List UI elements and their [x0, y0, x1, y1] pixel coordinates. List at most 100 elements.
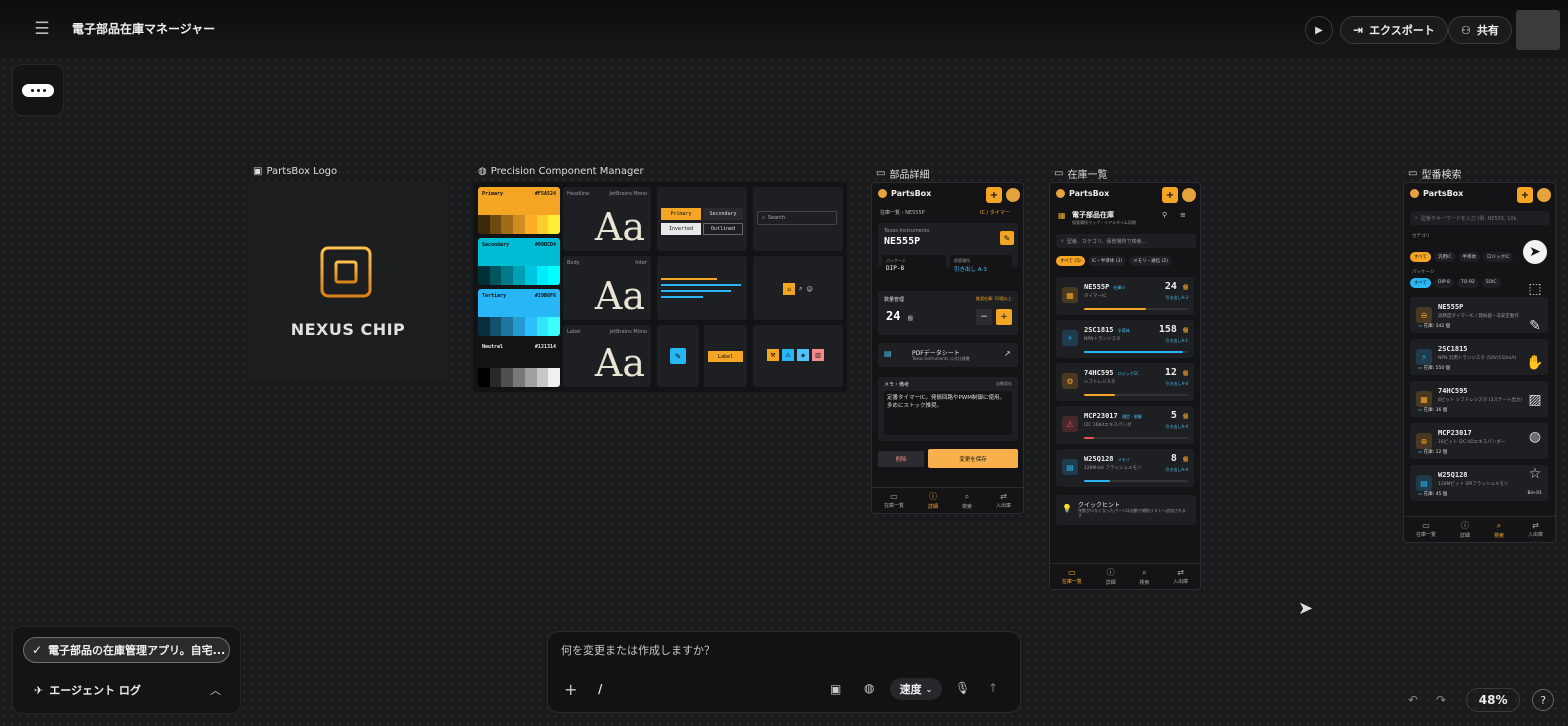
design-system-frame[interactable]: Primary #F5A524 Secondary #00BCD4 Tertiary #2… [473, 182, 847, 392]
more-options-button[interactable] [12, 64, 64, 116]
slash-command-button[interactable]: / [598, 682, 602, 696]
undo-icon[interactable]: ↶ [1408, 693, 1418, 707]
agent-status-pill[interactable]: ✓ 電子部品の在庫管理アプリ。自宅... [23, 637, 230, 663]
zoom-level[interactable]: 48% [1466, 688, 1521, 712]
search-input[interactable]: ⌕ 型番、カテゴリ、保管場所で検索... [1056, 234, 1196, 248]
nav-io[interactable]: ⇄ 入出庫 [1173, 568, 1188, 585]
nav-inventory[interactable]: ▭ 在庫一覧 [1062, 568, 1082, 585]
nav-search[interactable]: ⌕ 検索 [962, 492, 972, 510]
profile-avatar[interactable] [1182, 188, 1196, 202]
secondary-button-sample[interactable]: Secondary [703, 208, 743, 220]
inventory-row[interactable]: ⚠ MCP23017 通信・制御 I2C 16bitエキスパンダ 5 個引き出しA-4 [1056, 406, 1194, 444]
outlined-button-sample[interactable]: Outlined [703, 223, 743, 235]
filter-chip[interactable]: すべて (5) [1056, 256, 1085, 266]
search-sample-card: ⌕ Search [753, 187, 843, 251]
color-swatch-tertiary: Tertiary #29B6F6 [478, 289, 560, 336]
send-arrow-icon[interactable]: ↑ [988, 681, 998, 695]
hand-tool-icon[interactable]: ✋ [1523, 351, 1547, 375]
datasheet-link[interactable]: ▤ PDFデータシート Texas Instruments 公式仕様書 ↗ [878, 343, 1018, 367]
info-icon: ⓘ [1106, 568, 1115, 577]
screen-icon[interactable]: ▣ [830, 682, 841, 696]
category-chip[interactable]: ロジックIC [1483, 252, 1514, 262]
microphone-icon[interactable]: 🎙 [955, 681, 970, 695]
detail-frame[interactable]: PartsBox + 在庫一覧 › NE555P IC / タイマー Texas… [871, 182, 1024, 514]
breadcrumb[interactable]: 在庫一覧 › NE555P [880, 209, 925, 216]
pen-tool-icon[interactable]: ✎ [1523, 314, 1547, 338]
nav-detail[interactable]: ⓘ 詳細 [1460, 520, 1470, 539]
zoom-controls: ↶ ↷ 48% ? [1408, 686, 1556, 714]
speed-select[interactable]: 速度 ⌄ [890, 678, 942, 700]
search-input-sample[interactable]: ⌕ Search [757, 211, 837, 225]
package-chip[interactable]: TO-92 [1456, 278, 1479, 288]
frame-label-search[interactable]: ▭ 型番検索 [1408, 166, 1461, 181]
home-icon: ⌂ [783, 283, 796, 295]
inventory-row[interactable]: ▤ W25Q128 メモリ 128M-bit フラッシュメモリ 8 個引き出しA-4 [1056, 449, 1194, 487]
delete-button[interactable]: 削除 [878, 451, 924, 467]
logo-frame[interactable]: NEXUS CHIP [248, 182, 448, 382]
hamburger-menu-button[interactable]: ☰ [22, 16, 62, 42]
add-part-button[interactable]: + [986, 187, 1002, 203]
search-icon: ⌕ [1415, 215, 1418, 221]
primary-button-sample[interactable]: Primary [661, 208, 701, 220]
add-attachment-button[interactable]: + [564, 680, 577, 699]
filter-chip[interactable]: IC・半導体 (3) [1087, 256, 1127, 266]
package-chip[interactable]: すべて [1410, 278, 1432, 288]
nav-search[interactable]: ⌕ 検索 [1494, 521, 1504, 539]
nav-io[interactable]: ⇄ 入出庫 [1528, 521, 1543, 538]
nav-inventory[interactable]: ▭ 在庫一覧 [884, 492, 904, 509]
frame-label-design-system[interactable]: ◍ Precision Component Manager [478, 166, 644, 177]
swap-icon: ⇄ [1532, 521, 1539, 530]
filter-icon[interactable]: ⚲ [1162, 211, 1167, 219]
category-chip[interactable]: すべて [1410, 252, 1432, 262]
inventory-row[interactable]: ▦ NE555P 在庫少 タイマーIC 24 個引き出しA-3 [1056, 277, 1194, 315]
profile-avatar[interactable] [1006, 188, 1020, 202]
button-samples-card: Primary Secondary Inverted Outlined [657, 187, 747, 251]
decrement-button[interactable]: − [976, 309, 992, 325]
frame-label-detail[interactable]: ▭ 部品詳細 [876, 166, 929, 181]
nav-detail[interactable]: ⓘ 詳細 [928, 491, 938, 510]
prompt-input[interactable]: 何を変更または作成しますか？ [561, 642, 715, 658]
nav-inventory[interactable]: ▭ 在庫一覧 [1416, 521, 1436, 538]
frame-tool-icon[interactable]: ⬚ [1523, 277, 1547, 301]
save-changes-button[interactable]: 変更を保存 [928, 449, 1018, 468]
inverted-button-sample[interactable]: Inverted [661, 223, 701, 235]
filter-chip[interactable]: メモリ・通信 (2) [1129, 256, 1172, 266]
user-avatar[interactable] [1516, 10, 1560, 50]
palette-icon[interactable]: ◍ [864, 681, 874, 695]
profile-avatar[interactable] [1537, 188, 1551, 202]
inventory-frame[interactable]: PartsBox + ▦ 電子部品在庫 保管場所マップ・リアルタイム同期 ⚲ ≡… [1049, 182, 1201, 590]
nav-io[interactable]: ⇄ 入出庫 [996, 492, 1011, 509]
share-button[interactable]: ⚇ 共有 [1448, 16, 1512, 44]
nav-detail[interactable]: ⓘ 詳細 [1106, 567, 1116, 586]
agent-log-toggle[interactable]: ✈ エージェント ログ [34, 682, 141, 698]
search-icon: ⌕ [1496, 520, 1502, 530]
redo-icon[interactable]: ↷ [1436, 693, 1446, 707]
edit-icon[interactable]: ✎ [1000, 231, 1014, 245]
export-button[interactable]: ⇥ エクスポート [1340, 16, 1448, 44]
image-tool-icon[interactable]: ▨ [1523, 388, 1547, 412]
inventory-row[interactable]: ⚡ 2SC1815 半導体 NPNトランジスタ 158 個引き出しA-1 [1056, 320, 1194, 358]
palette-tool-icon[interactable]: ◍ [1523, 425, 1547, 449]
sort-icon[interactable]: ≡ [1180, 211, 1186, 219]
add-part-button[interactable]: + [1162, 187, 1178, 203]
play-button[interactable]: ▶ [1305, 16, 1333, 44]
add-part-button[interactable]: + [1517, 187, 1533, 203]
frame-label-logo[interactable]: ▣ PartsBox Logo [253, 166, 337, 177]
search-icon: ⌕ [762, 215, 765, 221]
frame-label-inventory[interactable]: ▭ 在庫一覧 [1054, 166, 1107, 181]
nav-search[interactable]: ⌕ 検索 [1139, 568, 1149, 586]
stock-level-bar [1084, 308, 1188, 310]
increment-button[interactable]: + [996, 309, 1012, 325]
memo-textarea[interactable]: 定番タイマーIC。発振回路やPWM制御に使用。多めにストック推奨。 [884, 391, 1012, 435]
star-tool-icon[interactable]: ☆ [1523, 462, 1547, 486]
logo-wordmark: NEXUS CHIP [290, 320, 406, 339]
part-search-input[interactable]: ⌕ 型番やキーワードを入力 (例: NE555, 10k [1410, 211, 1550, 225]
package-chip[interactable]: DIP-8 [1434, 278, 1454, 288]
chevron-up-icon[interactable]: ︿ [210, 682, 221, 698]
category-chip[interactable]: 半導体 [1458, 252, 1480, 262]
select-tool-icon[interactable]: ➤ [1523, 240, 1547, 264]
package-chip[interactable]: SOIC [1481, 278, 1501, 288]
category-chip[interactable]: 汎用IC [1434, 252, 1456, 262]
inventory-row[interactable]: ⚙ 74HC595 ロジックIC シフトレジスタ 12 個引き出しA-4 [1056, 363, 1194, 401]
help-icon[interactable]: ? [1532, 689, 1555, 711]
